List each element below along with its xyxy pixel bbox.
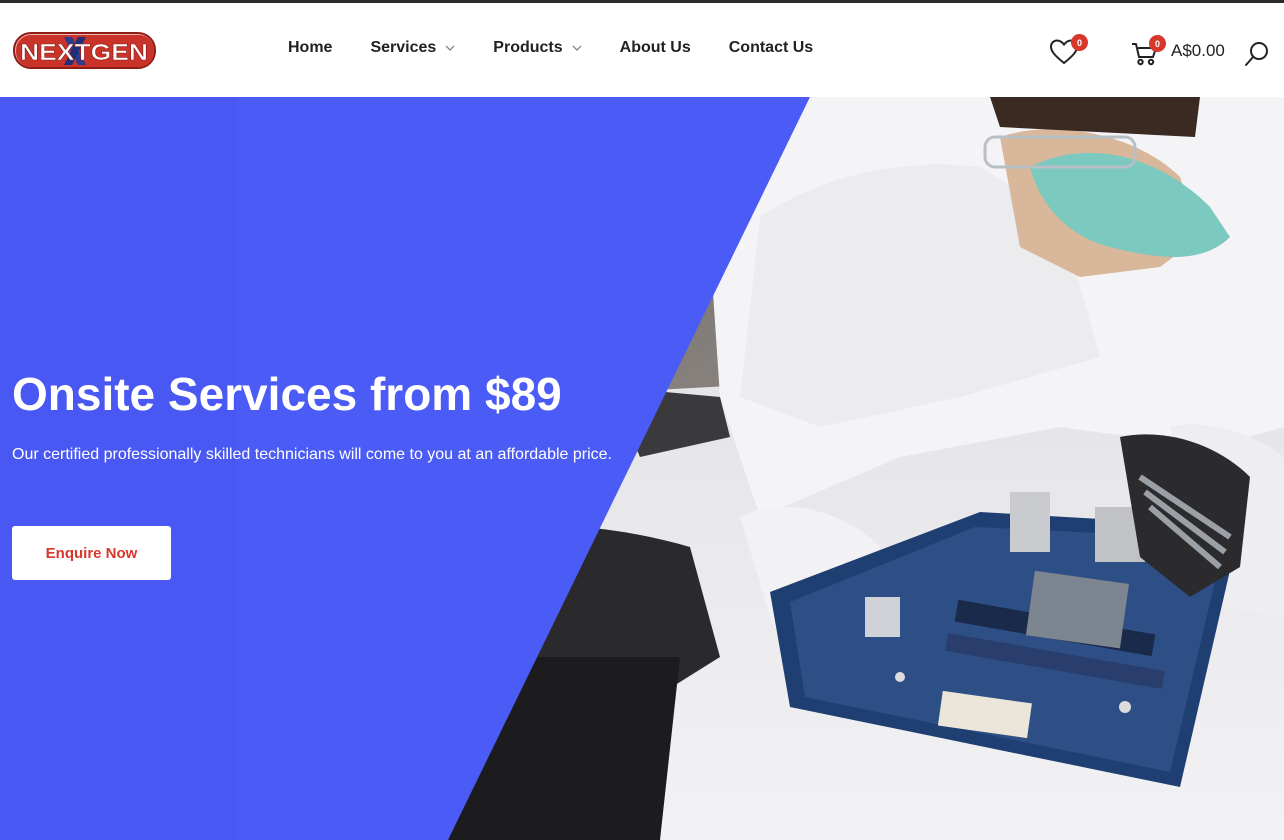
wishlist-count-badge: 0 bbox=[1071, 34, 1088, 51]
nav-contact-label: Contact Us bbox=[728, 39, 814, 56]
nav-contact-us[interactable]: Contact Us bbox=[729, 39, 813, 57]
wishlist-button[interactable]: 0 bbox=[1048, 34, 1088, 68]
nav-home-label: Home bbox=[288, 39, 333, 56]
search-button[interactable] bbox=[1243, 40, 1271, 68]
logo-text: NEXTGEN bbox=[20, 39, 148, 65]
site-header: NEXTGEN Home Services Products About Us … bbox=[0, 3, 1284, 97]
nav-services-label: Services bbox=[370, 39, 437, 56]
nav-about-us[interactable]: About Us bbox=[620, 39, 691, 57]
chevron-down-icon bbox=[572, 45, 582, 51]
hero-title: Onsite Services from $89 bbox=[12, 368, 562, 420]
search-icon bbox=[1245, 42, 1268, 66]
cart-button[interactable]: 0 bbox=[1130, 35, 1166, 68]
enquire-now-button[interactable]: Enquire Now bbox=[12, 526, 171, 580]
nextgen-logo[interactable]: NEXTGEN bbox=[13, 32, 156, 69]
hero-shade-strip bbox=[0, 97, 236, 840]
nav-products[interactable]: Products bbox=[493, 39, 582, 57]
nav-services[interactable]: Services bbox=[370, 39, 455, 57]
nav-home[interactable]: Home bbox=[288, 39, 332, 57]
hero-banner: Onsite Services from $89 Our certified p… bbox=[0, 97, 1284, 840]
cart-total[interactable]: A$0.00 bbox=[1171, 41, 1225, 61]
cart-count-badge: 0 bbox=[1149, 35, 1166, 52]
logo-wordmark: NEXTGEN bbox=[15, 34, 154, 67]
chevron-down-icon bbox=[445, 45, 455, 51]
nav-about-label: About Us bbox=[619, 39, 691, 56]
main-navigation: Home Services Products About Us Contact … bbox=[288, 39, 813, 57]
nav-products-label: Products bbox=[493, 39, 563, 56]
hero-subtitle: Our certified professionally skilled tec… bbox=[12, 446, 612, 463]
